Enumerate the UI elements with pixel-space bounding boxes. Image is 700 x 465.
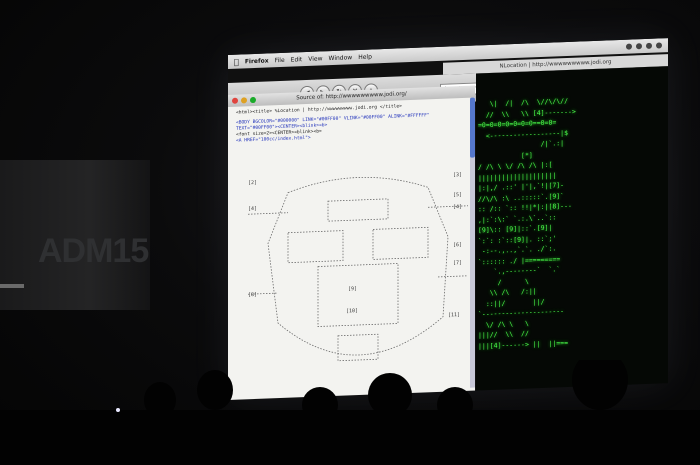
menu-app-name[interactable]: Firefox <box>245 57 269 65</box>
light-reflection <box>116 408 120 412</box>
status-icon[interactable] <box>646 42 652 49</box>
terminal-output: \| /| /\ \//\/\// // \\ \\ [4]-------> =0… <box>476 66 668 394</box>
window-controls <box>232 96 256 104</box>
audience-silhouettes <box>0 360 700 465</box>
ascii-label: [4] <box>248 206 257 212</box>
menu-window[interactable]: Window <box>329 54 353 62</box>
wall-ledge <box>0 284 24 288</box>
menu-file[interactable]: File <box>275 56 285 63</box>
ascii-label: [6] <box>453 242 462 248</box>
apple-icon[interactable]:  <box>234 57 239 66</box>
ascii-label: [11] <box>448 312 460 318</box>
projection-screen:  Firefox File Edit View Window Help NLo… <box>228 38 668 401</box>
menu-view[interactable]: View <box>308 55 322 63</box>
ascii-label: [5] <box>453 192 462 198</box>
scrollbar-thumb[interactable] <box>470 97 475 158</box>
ascii-label: [7] <box>453 260 462 266</box>
poster-text: ADM15 <box>38 232 149 270</box>
ascii-label: [8] <box>248 292 257 298</box>
ascii-label: [3] <box>453 172 462 178</box>
ascii-label: [2] <box>248 180 257 186</box>
ascii-label: [10] <box>346 308 358 314</box>
status-icon[interactable] <box>626 43 632 50</box>
ascii-label: [4] <box>453 204 462 210</box>
ascii-label: [9] <box>348 286 357 292</box>
menu-help[interactable]: Help <box>358 53 372 61</box>
minimize-icon[interactable] <box>241 97 247 104</box>
zoom-icon[interactable] <box>250 96 256 104</box>
status-icon[interactable] <box>636 43 642 50</box>
close-icon[interactable] <box>232 97 238 104</box>
menubar-status-icons <box>626 42 668 50</box>
status-icon[interactable] <box>656 42 662 49</box>
menu-edit[interactable]: Edit <box>291 56 303 63</box>
source-scrollbar[interactable] <box>470 97 475 388</box>
